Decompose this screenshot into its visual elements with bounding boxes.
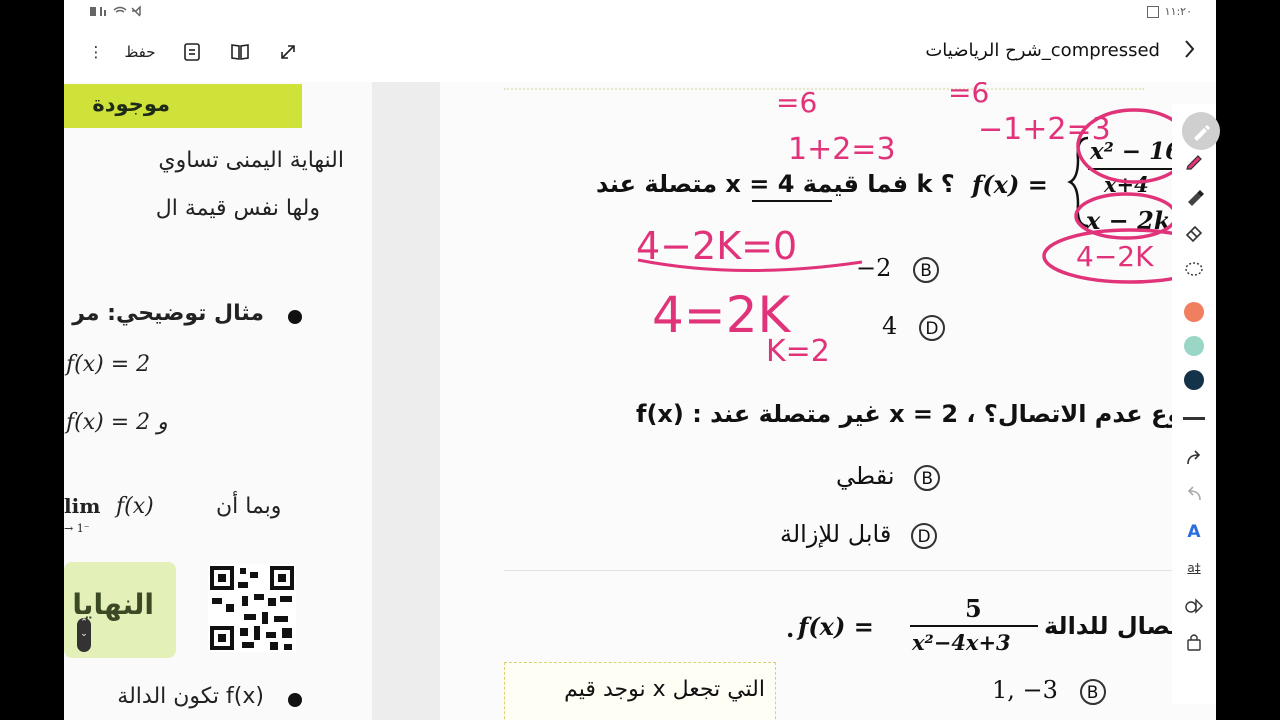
highlighter-tool-icon[interactable] <box>1182 184 1206 208</box>
back-chevron-icon[interactable] <box>1182 38 1196 66</box>
q3-option-b-letter: B <box>1079 679 1106 705</box>
main-page: متصلة عند x = 4 فما قيمة k ؟ f(x) = x² −… <box>440 82 1216 720</box>
shapes-tool-icon[interactable] <box>1182 594 1206 618</box>
left-line-2: ولها نفس قيمة ال <box>155 196 320 221</box>
fullscreen-icon[interactable] <box>276 38 300 66</box>
text-tool-icon[interactable]: A <box>1182 520 1206 544</box>
bottom-left-text: تكون الدالة f(x) <box>117 684 264 709</box>
q3-fraction-bar <box>910 625 1038 627</box>
color-swatch-navy[interactable] <box>1182 368 1206 392</box>
lim-subscript: → 1⁻ <box>64 522 90 535</box>
bullet-dot <box>288 310 302 324</box>
text-view-icon[interactable] <box>180 38 204 66</box>
q3-fx: f(x) = <box>798 612 874 641</box>
q3-option-b-text: 1, −3 <box>992 676 1058 704</box>
annotation-toolbar: A a‡ <box>1172 104 1216 704</box>
scroll-handle[interactable]: ⌃ ⌄ <box>77 618 91 652</box>
qr-code-icon <box>208 564 296 652</box>
status-time: ١١:٢٠ <box>1164 5 1192 18</box>
lim-fx: f(x) <box>116 494 154 519</box>
q3-denominator: x²−4x+3 <box>912 630 1011 655</box>
color-swatch-orange[interactable] <box>1182 300 1206 324</box>
q2-option-b-letter: B <box>914 465 941 491</box>
lasso-tool-icon[interactable] <box>1182 258 1206 282</box>
left-eq-2: f(x) = 2 و <box>66 410 168 435</box>
separator <box>504 570 1216 571</box>
hint-note-box: نوجد قيم x التي تجعل <box>504 662 776 720</box>
redo-icon[interactable] <box>1182 446 1206 470</box>
q2-option-d[interactable]: قابل للإزالة D <box>780 520 937 549</box>
status-icons-left <box>88 5 148 17</box>
text-size-icon[interactable]: a‡ <box>1182 556 1206 580</box>
lock-icon[interactable] <box>1182 630 1206 654</box>
left-page-column: موجودة النهاية اليمنى تساوي ولها نفس قيم… <box>64 82 372 720</box>
ink-strokes <box>637 108 1216 284</box>
example-label: مثال توضيحي: مر <box>72 301 264 326</box>
edit-pen-fab-icon[interactable] <box>1182 112 1220 150</box>
app-toolbar: ⋮ حفظ شرح الرياضيات_compressed <box>64 24 1216 82</box>
section-heading-band: موجودة <box>64 84 302 128</box>
document-title: شرح الرياضيات_compressed <box>925 40 1160 61</box>
status-bar: ١١:٢٠ <box>64 0 1216 24</box>
battery-icon <box>1146 5 1159 18</box>
more-options-icon[interactable]: ⋮ <box>86 38 106 66</box>
status-icons-right: ١١:٢٠ <box>1146 5 1192 18</box>
left-eq-1: f(x) = 2 <box>66 352 151 377</box>
undo-icon[interactable] <box>1182 482 1206 506</box>
document-page: موجودة النهاية اليمنى تساوي ولها نفس قيم… <box>64 82 1216 720</box>
hint-note-text: نوجد قيم x التي تجعل <box>564 677 765 702</box>
bullet-dot-2 <box>288 693 302 707</box>
eraser-tool-icon[interactable] <box>1182 220 1206 244</box>
screen: ١١:٢٠ ⋮ حفظ شرح الرياضيات_compressed موج… <box>64 0 1216 720</box>
since-text: وبما أن <box>216 494 282 519</box>
green-callout-text: النهايا <box>72 588 154 621</box>
q3-numerator: 5 <box>965 594 982 623</box>
pen-tool-icon[interactable] <box>1182 148 1206 172</box>
q2-question: f(x) : غير متصلة عند x = 2 ، ما نوع عدم … <box>636 400 1216 428</box>
color-swatch-mint[interactable] <box>1182 334 1206 358</box>
q2-option-b[interactable]: نقطي B <box>836 462 941 491</box>
q3-period: . <box>786 614 795 643</box>
page-spine <box>372 82 440 720</box>
q2-option-d-text: قابل للإزالة <box>780 520 892 548</box>
stroke-width-icon[interactable] <box>1182 406 1206 430</box>
section-heading-text: موجودة <box>92 92 170 116</box>
left-line-1: النهاية اليمنى تساوي <box>158 148 344 173</box>
q2-option-d-letter: D <box>910 523 937 549</box>
lim-text: lim <box>64 494 101 518</box>
book-view-icon[interactable] <box>228 38 252 66</box>
status-signal-icons <box>90 5 141 17</box>
q2-option-b-text: نقطي <box>836 462 895 490</box>
q3-option-b[interactable]: 1, −3 B <box>992 676 1106 705</box>
save-button[interactable]: حفظ <box>120 38 160 66</box>
